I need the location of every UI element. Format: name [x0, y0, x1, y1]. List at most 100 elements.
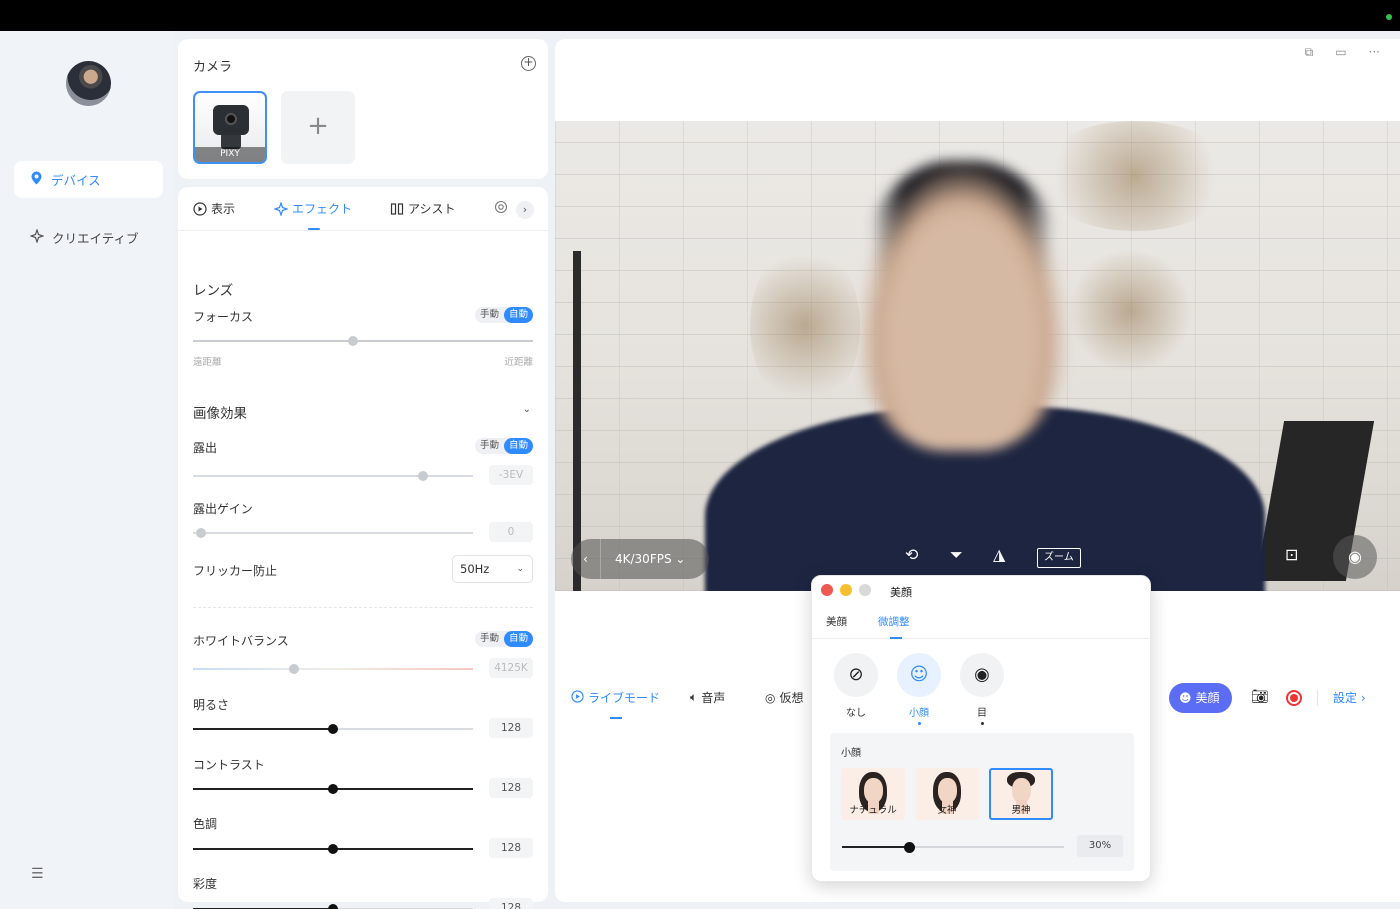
- exposure-label: 露出: [193, 441, 218, 455]
- window-toolbar: ⧉ ▭ ···: [1305, 45, 1380, 60]
- slider-knob[interactable]: [347, 336, 358, 346]
- auto-option[interactable]: 自動: [503, 438, 533, 454]
- app-window: デバイス クリエイティブ ☰ カメラ + PIXY + 表示 エフェクト アシス…: [0, 31, 1400, 909]
- option-none[interactable]: ⊘ なし: [833, 653, 879, 725]
- auto-option[interactable]: 自動: [503, 307, 533, 323]
- menu-collapse-icon[interactable]: ☰: [31, 866, 44, 882]
- preset-male-god[interactable]: 男神: [989, 768, 1053, 820]
- chevron-down-icon[interactable]: ⌄: [523, 404, 531, 415]
- nav-item-device[interactable]: デバイス: [14, 161, 163, 198]
- hue-value[interactable]: 128: [489, 838, 533, 858]
- lens-section-title: レンズ: [193, 283, 234, 299]
- exposure-mode-toggle[interactable]: 手動 自動: [474, 438, 533, 454]
- option-eye[interactable]: ◉ 目: [959, 653, 1005, 725]
- avatar[interactable]: [66, 61, 111, 106]
- mirror-icon[interactable]: ◮: [993, 545, 1005, 564]
- status-dot: [1386, 14, 1392, 20]
- option-dot: [980, 722, 984, 725]
- tab-underline: [308, 228, 320, 230]
- tab-live-mode[interactable]: ライブモード: [571, 689, 660, 706]
- slider-knob[interactable]: [328, 844, 338, 854]
- contrast-value[interactable]: 128: [489, 778, 533, 798]
- white-balance-label: ホワイトバランス: [193, 634, 289, 648]
- slider-knob[interactable]: [328, 724, 338, 734]
- white-balance-slider[interactable]: [193, 664, 473, 674]
- white-balance-mode-toggle[interactable]: 手動 自動: [474, 631, 533, 647]
- manual-option[interactable]: 手動: [475, 307, 504, 323]
- camera-device-pixy[interactable]: PIXY: [193, 91, 267, 164]
- tab-assist[interactable]: アシスト: [390, 200, 456, 217]
- flicker-selected: 50Hz: [460, 562, 490, 576]
- focus-slider[interactable]: [193, 336, 533, 346]
- resolution-value: 4K/30FPS: [615, 552, 672, 566]
- settings-link[interactable]: 設定 ›: [1333, 689, 1366, 706]
- add-camera-button[interactable]: +: [281, 91, 355, 164]
- add-camera-icon[interactable]: +: [521, 56, 536, 71]
- slider-knob[interactable]: [288, 664, 299, 674]
- exposure-gain-label: 露出ゲイン: [193, 502, 253, 516]
- brightness-slider[interactable]: [193, 724, 473, 734]
- speaker-icon: 🔈︎: [690, 690, 698, 704]
- minimize-icon[interactable]: [840, 584, 852, 596]
- tab-display[interactable]: 表示: [193, 200, 235, 217]
- resolution-selector[interactable]: 4K/30FPS ⌄: [601, 552, 685, 566]
- flip-vertical-icon[interactable]: ⏷: [950, 545, 963, 565]
- layout-icon[interactable]: ▭: [1335, 45, 1346, 60]
- image-effects-title: 画像効果: [193, 406, 247, 422]
- exposure-slider[interactable]: [193, 471, 473, 481]
- strength-slider[interactable]: [842, 842, 1064, 853]
- exposure-gain-value: 0: [489, 522, 533, 542]
- rotate-icon[interactable]: ⟲: [905, 545, 918, 564]
- zoom-button[interactable]: ズーム: [1037, 548, 1081, 568]
- pip-icon[interactable]: ⧉: [1305, 45, 1314, 60]
- focus-mode-toggle[interactable]: 手動 自動: [474, 307, 533, 323]
- tab-label: 音声: [701, 691, 726, 705]
- settings-panel: 表示 エフェクト アシスト › レンズ フォーカス 手動 自動 遠距離 近距離 …: [178, 187, 548, 909]
- more-icon[interactable]: ···: [1369, 45, 1380, 60]
- preset-label: 女神: [937, 805, 957, 816]
- tab-virtual[interactable]: ◎ 仮想: [765, 689, 804, 706]
- slider-knob[interactable]: [417, 471, 428, 481]
- focus-min-label: 遠距離: [193, 357, 222, 368]
- maximize-icon[interactable]: [859, 584, 871, 596]
- auto-option[interactable]: 自動: [503, 631, 533, 647]
- contrast-slider[interactable]: [193, 784, 473, 794]
- option-small-face[interactable]: ☺ 小顔: [896, 653, 942, 725]
- record-icon[interactable]: [1286, 690, 1302, 706]
- exposure-gain-slider[interactable]: [193, 528, 473, 538]
- tab-effect[interactable]: エフェクト: [273, 200, 352, 217]
- target-icon: [494, 200, 508, 214]
- preset-goddess[interactable]: 女神: [915, 768, 979, 820]
- crop-icon[interactable]: ⊡: [1285, 545, 1298, 564]
- tab-fine-tune[interactable]: 微調整: [878, 614, 910, 629]
- slider-knob[interactable]: [903, 842, 915, 853]
- saturation-label: 彩度: [193, 877, 218, 891]
- saturation-value[interactable]: 128: [489, 898, 533, 909]
- slider-knob[interactable]: [328, 904, 338, 909]
- chevron-right-icon[interactable]: ›: [516, 201, 534, 219]
- tab-beauty[interactable]: 美顔: [826, 614, 847, 629]
- chevron-left-icon[interactable]: ‹: [571, 539, 601, 579]
- window-controls: [821, 584, 871, 596]
- manual-option[interactable]: 手動: [475, 438, 504, 454]
- eye-icon[interactable]: ◉: [1333, 535, 1377, 579]
- tab-label: アシスト: [408, 202, 456, 216]
- brightness-value[interactable]: 128: [489, 718, 533, 738]
- play-circle-icon: [571, 689, 584, 706]
- tab-virtual[interactable]: [494, 200, 508, 214]
- slider-knob[interactable]: [196, 528, 207, 538]
- contrast-label: コントラスト: [193, 758, 265, 772]
- manual-option[interactable]: 手動: [475, 631, 504, 647]
- close-icon[interactable]: [821, 584, 833, 596]
- beauty-button[interactable]: ☻ 美顔: [1169, 683, 1232, 713]
- tab-audio[interactable]: 🔈︎ 音声: [690, 689, 725, 706]
- nav-item-creative[interactable]: クリエイティブ: [14, 219, 163, 256]
- camera-snapshot-icon[interactable]: 📷︎: [1251, 689, 1269, 705]
- face-icon: ☺: [897, 653, 941, 697]
- hue-slider[interactable]: [193, 844, 473, 854]
- sparkle-icon: [273, 200, 289, 217]
- resolution-control[interactable]: ‹ 4K/30FPS ⌄: [571, 539, 709, 579]
- flicker-select[interactable]: 50Hz ⌄: [452, 555, 533, 583]
- slider-knob[interactable]: [328, 784, 338, 794]
- preset-natural[interactable]: ナチュラル: [841, 768, 905, 820]
